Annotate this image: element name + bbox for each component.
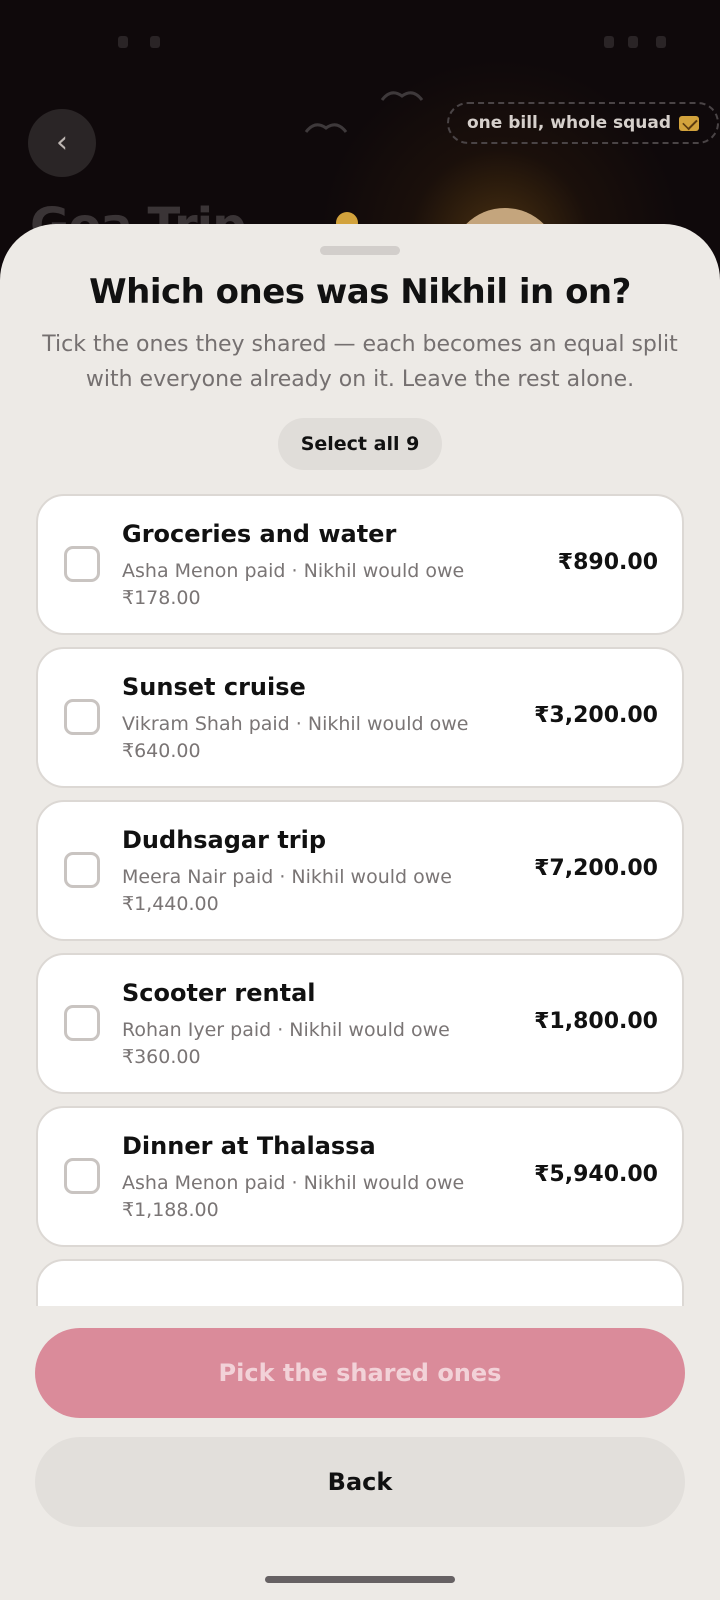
back-button[interactable]: Back — [35, 1437, 685, 1527]
expense-meta: Meera Nair paid · Nikhil would owe ₹1,44… — [122, 866, 452, 915]
expense-card[interactable]: Groceries and water Asha Menon paid · Ni… — [36, 494, 684, 635]
expense-amount: ₹5,940.00 — [534, 1162, 658, 1187]
bird-icon — [380, 91, 424, 101]
expense-card[interactable]: Dudhsagar trip Meera Nair paid · Nikhil … — [36, 800, 684, 941]
home-indicator — [265, 1576, 455, 1583]
expense-amount: ₹1,800.00 — [534, 1009, 658, 1034]
expense-checkbox[interactable] — [64, 1005, 100, 1041]
expense-title: Dinner at Thalassa — [122, 1132, 376, 1160]
tagline-pill: one bill, whole squad — [447, 102, 720, 144]
expense-list[interactable]: Groceries and water Asha Menon paid · Ni… — [0, 494, 720, 1306]
mail-icon — [679, 115, 700, 131]
background-header: ‹ one bill, whole squad Goa Trip — [0, 0, 720, 260]
expense-title: Scooter rental — [122, 979, 316, 1007]
bottom-sheet: Which ones was Nikhil in on? Tick the on… — [0, 224, 720, 1600]
select-all-button[interactable]: Select all 9 — [278, 418, 442, 470]
expense-meta: Asha Menon paid · Nikhil would owe ₹178.… — [122, 560, 465, 609]
expense-meta: Rohan Iyer paid · Nikhil would owe ₹360.… — [122, 1019, 450, 1068]
expense-card[interactable]: Dinner at Thalassa Asha Menon paid · Nik… — [36, 1106, 684, 1247]
expense-card[interactable] — [36, 1259, 684, 1306]
battery-icon — [656, 36, 666, 48]
status-bar-icon — [604, 36, 614, 48]
pick-shared-button[interactable]: Pick the shared ones — [35, 1328, 685, 1418]
expense-amount: ₹3,200.00 — [534, 703, 658, 728]
expense-title: Dudhsagar trip — [122, 826, 327, 854]
status-bar-icon — [628, 36, 638, 48]
expense-title: Sunset cruise — [122, 673, 306, 701]
status-bar-icon — [150, 36, 160, 48]
header-back-button[interactable]: ‹ — [28, 109, 96, 177]
status-bar-icon — [118, 36, 128, 48]
expense-title: Groceries and water — [122, 520, 397, 548]
expense-checkbox[interactable] — [64, 699, 100, 735]
chevron-left-icon: ‹ — [56, 125, 68, 160]
sheet-title: Which ones was Nikhil in on? — [89, 272, 631, 312]
sheet-subtitle: Tick the ones they shared — each becomes… — [42, 332, 678, 392]
sheet-grab-handle[interactable] — [320, 246, 400, 255]
expense-checkbox[interactable] — [64, 1158, 100, 1194]
expense-card[interactable]: Sunset cruise Vikram Shah paid · Nikhil … — [36, 647, 684, 788]
expense-meta: Asha Menon paid · Nikhil would owe ₹1,18… — [122, 1172, 465, 1221]
expense-card[interactable]: Scooter rental Rohan Iyer paid · Nikhil … — [36, 953, 684, 1094]
expense-amount: ₹7,200.00 — [534, 856, 658, 881]
expense-meta: Vikram Shah paid · Nikhil would owe ₹640… — [122, 713, 469, 762]
expense-amount: ₹890.00 — [557, 550, 658, 575]
tagline-text: one bill, whole squad — [467, 113, 672, 133]
bird-icon — [304, 123, 348, 133]
expense-checkbox[interactable] — [64, 852, 100, 888]
expense-checkbox[interactable] — [64, 546, 100, 582]
